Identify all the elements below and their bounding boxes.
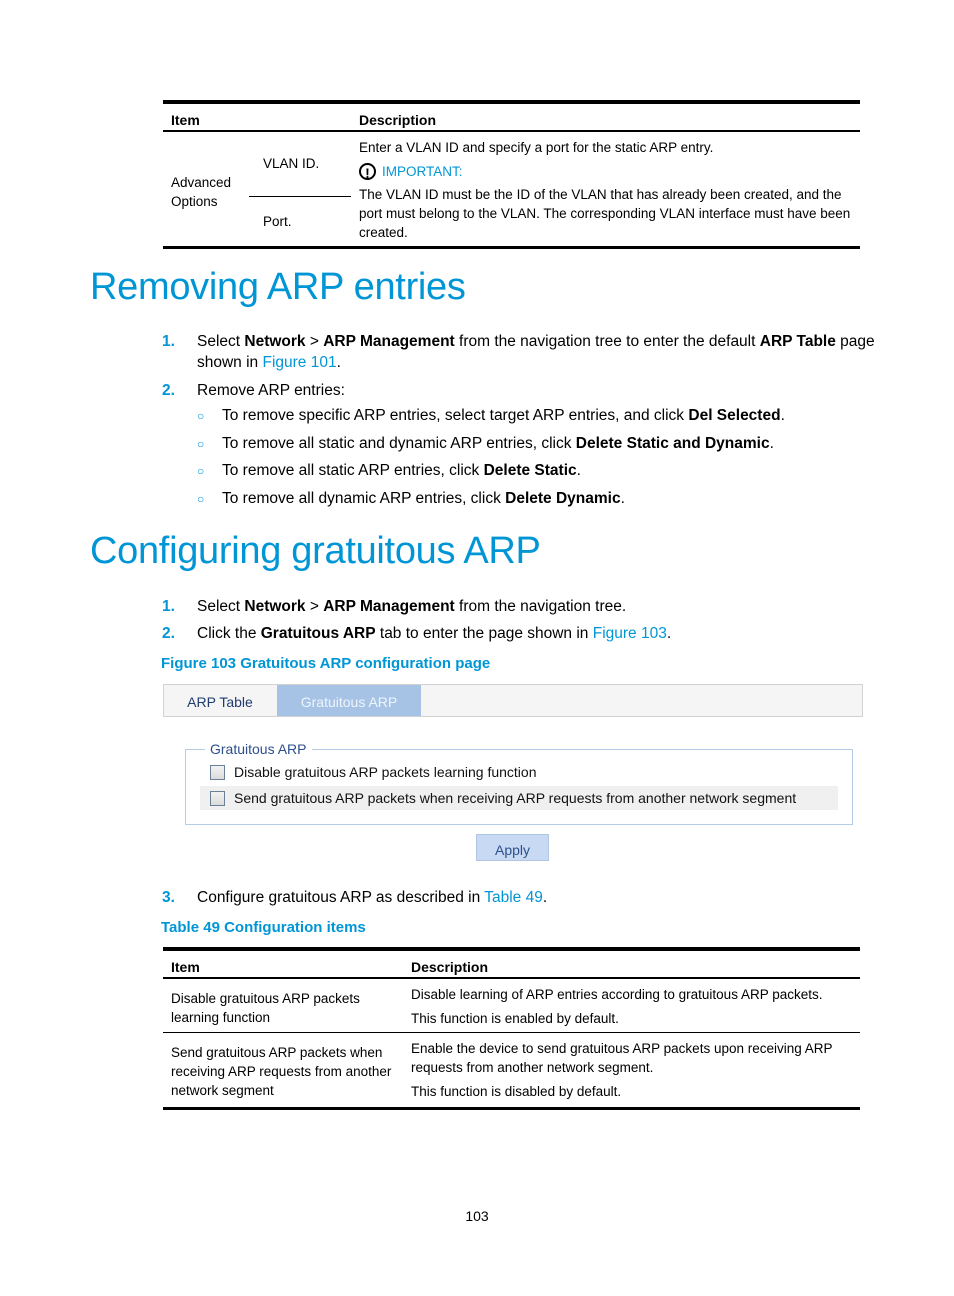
- exclamation-circle-icon: !: [359, 163, 376, 181]
- send-gratuitous-option[interactable]: Send gratuitous ARP packets when receivi…: [200, 786, 838, 810]
- circle-bullet-icon: ○: [197, 437, 205, 451]
- figure-caption: Figure 103 Gratuitous ARP configuration …: [161, 655, 491, 672]
- step-number: 1.: [162, 598, 175, 615]
- description-line: This function is enabled by default.: [411, 1011, 619, 1026]
- page-number: 103: [465, 1208, 489, 1224]
- table-header-item: Item: [163, 949, 403, 979]
- step-number: 1.: [162, 333, 175, 350]
- description-line: Enable the device to send gratuitous ARP…: [411, 1041, 833, 1075]
- step-text: Remove ARP entries:: [197, 382, 345, 399]
- tab-bar: ARP Table Gratuitous ARP: [163, 684, 863, 717]
- table-header-item: Item: [163, 102, 351, 132]
- important-label: IMPORTANT:: [382, 164, 463, 179]
- table-row: Advanced Options VLAN ID. Enter a VLAN I…: [163, 131, 860, 240]
- checkbox-label: Send gratuitous ARP packets when receivi…: [234, 790, 797, 806]
- circle-bullet-icon: ○: [197, 492, 205, 506]
- figure-103-link[interactable]: Figure 103: [593, 625, 667, 642]
- description-line: The VLAN ID must be the ID of the VLAN t…: [359, 187, 851, 240]
- item-cell: Disable gratuitous ARP packets learning …: [171, 991, 360, 1025]
- step-text: Select Network > ARP Management from the…: [197, 333, 875, 350]
- disable-learning-checkbox[interactable]: [210, 765, 225, 780]
- table-49-link[interactable]: Table 49: [484, 889, 543, 906]
- step-number: 2.: [162, 625, 175, 642]
- step-number: 2.: [162, 382, 175, 399]
- description-cell: Disable learning of ARP entries accordin…: [403, 978, 860, 1033]
- tab-arp-table[interactable]: ARP Table: [164, 685, 276, 716]
- section-heading-configuring-gratuitous-arp: Configuring gratuitous ARP: [90, 530, 541, 572]
- group-label: Advanced Options: [171, 175, 232, 209]
- figure-101-link[interactable]: Figure 101: [262, 354, 336, 371]
- advanced-options-table: Item Description Advanced Options VLAN I…: [163, 100, 860, 249]
- table-row: Send gratuitous ARP packets when receivi…: [163, 1033, 860, 1109]
- description-line: This function is disabled by default.: [411, 1084, 622, 1099]
- item-port: Port.: [263, 213, 292, 229]
- circle-bullet-icon: ○: [197, 464, 205, 478]
- tab-gratuitous-arp[interactable]: Gratuitous ARP: [277, 685, 421, 716]
- step-number: 3.: [162, 889, 175, 906]
- checkbox-label: Disable gratuitous ARP packets learning …: [234, 764, 537, 780]
- section-heading-removing-arp: Removing ARP entries: [90, 266, 466, 308]
- table-header-description: Description: [403, 949, 860, 979]
- item-cell: Send gratuitous ARP packets when receivi…: [171, 1045, 392, 1098]
- description-line: Disable learning of ARP entries accordin…: [411, 987, 823, 1002]
- table-header-description: Description: [351, 102, 860, 132]
- table-caption: Table 49 Configuration items: [161, 919, 366, 936]
- apply-button[interactable]: Apply: [476, 834, 549, 861]
- gratuitous-arp-fieldset: Gratuitous ARP Disable gratuitous ARP pa…: [185, 741, 853, 825]
- important-note: ! IMPORTANT:: [359, 162, 852, 181]
- table-row: Disable gratuitous ARP packets learning …: [163, 978, 860, 1033]
- description-line: Enter a VLAN ID and specify a port for t…: [359, 140, 714, 155]
- item-vlan-id: VLAN ID.: [249, 131, 351, 197]
- send-gratuitous-checkbox[interactable]: [210, 791, 225, 806]
- fieldset-legend: Gratuitous ARP: [205, 741, 312, 757]
- description-cell: Enter a VLAN ID and specify a port for t…: [351, 131, 860, 248]
- configuration-items-table: Item Description Disable gratuitous ARP …: [163, 947, 860, 1110]
- circle-bullet-icon: ○: [197, 409, 205, 423]
- description-cell: Enable the device to send gratuitous ARP…: [403, 1033, 860, 1109]
